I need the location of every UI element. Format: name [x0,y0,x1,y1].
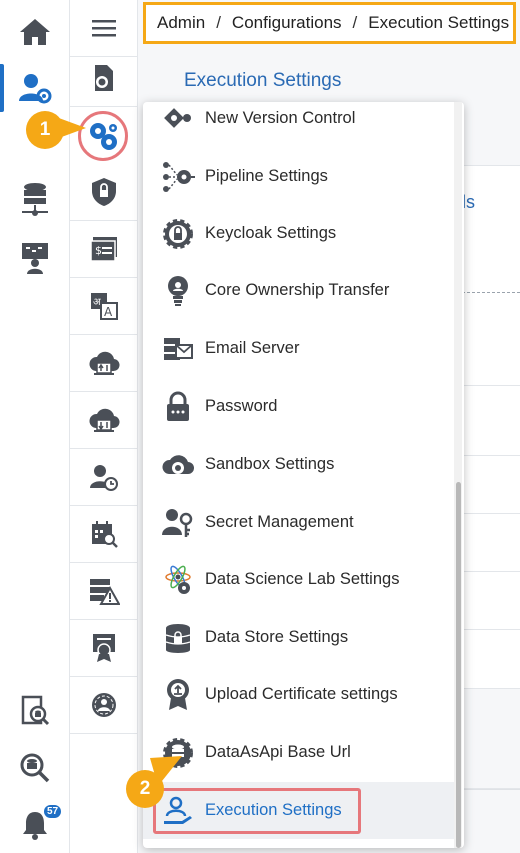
menu-item-new-version-control[interactable]: New Version Control [143,102,455,147]
menu-item-keycloak-settings[interactable]: Keycloak Settings [143,205,455,262]
keycloak-icon [160,216,196,252]
cloud-download-icon[interactable] [70,392,138,449]
callout-2-badge: 2 [126,770,164,808]
breadcrumb-admin[interactable]: Admin [157,13,205,33]
menu-item-label: Data Store Settings [205,628,349,646]
menu-item-label: Upload Certificate settings [205,685,398,703]
science-lab-icon [160,562,196,598]
breadcrumb-configurations[interactable]: Configurations [232,13,342,33]
certificate-icon[interactable] [70,620,138,677]
menu-item-label: New Version Control [205,109,356,127]
server-warning-icon[interactable] [70,563,138,620]
menu-item-email-server[interactable]: Email Server [143,320,455,377]
menu-item-data-store-settings[interactable]: Data Store Settings [143,609,455,666]
certificate-upload-icon [160,677,196,713]
menu-item-password[interactable]: Password [143,378,455,435]
calendar-search-icon[interactable] [70,506,138,563]
email-server-icon [160,331,196,367]
data-center-icon[interactable] [0,172,70,228]
user-schedule-icon[interactable] [70,449,138,506]
menu-item-label: DataAsApi Base Url [205,743,351,761]
menu-item-label: Keycloak Settings [205,224,337,242]
document-gear-icon[interactable] [70,50,138,107]
menu-item-label: Pipeline Settings [205,167,328,185]
user-settings-icon[interactable] [70,677,138,734]
breadcrumb-separator: / [216,13,221,32]
configurations-dropdown: New Version Control Pipeline Settings Ke… [143,102,464,848]
password-lock-icon [160,389,196,425]
menu-item-core-ownership-transfer[interactable]: Core Ownership Transfer [143,262,455,319]
cloud-upload-icon[interactable] [70,335,138,392]
execution-settings-highlight-box [153,788,361,834]
svg-text:अ: अ [93,297,101,308]
menu-item-label: Data Science Lab Settings [205,570,400,588]
secret-key-icon [160,505,196,541]
notification-count-badge: 57 [42,803,63,820]
security-shield-icon[interactable] [70,164,138,221]
breadcrumb: Admin / Configurations / Execution Setti… [143,2,516,44]
menu-item-label: Secret Management [205,513,354,531]
pipeline-icon [160,159,196,195]
home-icon[interactable] [0,4,70,60]
menu-item-secret-management[interactable]: Secret Management [143,494,455,551]
breadcrumb-execution-settings: Execution Settings [368,13,510,32]
hamburger-menu-icon[interactable] [70,0,138,57]
data-search-icon[interactable] [0,683,70,739]
sandbox-cloud-icon [160,447,196,483]
menu-item-upload-certificate-settings[interactable]: Upload Certificate settings [143,666,455,723]
menu-item-label: Core Ownership Transfer [205,281,390,299]
license-card-icon[interactable]: $ [70,221,138,278]
bulb-icon [160,273,196,309]
version-control-icon [160,102,196,137]
menu-item-label: Password [205,397,278,415]
dropdown-scrollbar-thumb[interactable] [456,482,461,848]
menu-item-data-science-lab-settings[interactable]: Data Science Lab Settings [143,551,455,608]
callout-1-badge: 1 [26,111,64,149]
presentation-user-icon[interactable] [0,229,70,285]
breadcrumb-separator: / [352,13,358,32]
svg-text:$: $ [95,244,102,257]
language-translate-icon[interactable]: अA [70,278,138,335]
svg-text:A: A [104,305,113,319]
configurations-gears-icon[interactable] [87,120,119,157]
menu-item-sandbox-settings[interactable]: Sandbox Settings [143,436,455,493]
page-title: Execution Settings [184,70,342,91]
menu-item-label: Email Server [205,339,300,357]
data-store-icon [160,620,196,656]
search-data-icon[interactable] [0,740,70,796]
menu-item-pipeline-settings[interactable]: Pipeline Settings [143,148,455,205]
menu-item-label: Sandbox Settings [205,455,335,473]
